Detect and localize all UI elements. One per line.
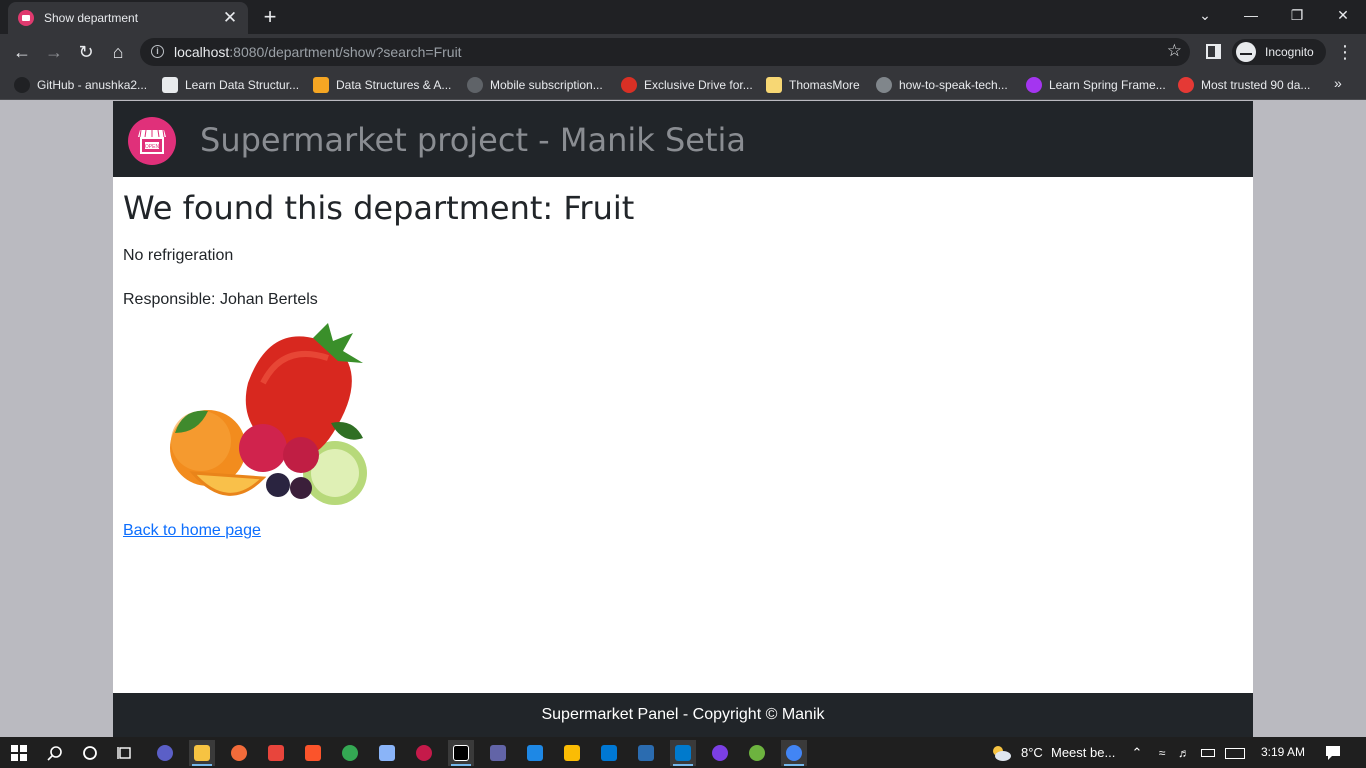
bookmark-mobile-subscription[interactable]: Mobile subscription... [467,75,603,95]
battery-icon[interactable] [1195,740,1221,766]
home-icon[interactable]: ⌂ [104,38,132,66]
tab-show-department[interactable]: Show department ✕ [8,2,248,34]
bookmark-learn-data-structures[interactable]: Learn Data Structur... [162,75,299,95]
volume-icon[interactable]: ♬ [1171,740,1197,766]
notifications-icon[interactable] [1320,740,1346,766]
back-to-home-link[interactable]: Back to home page [123,522,261,540]
page-viewport: OPEN Supermarket project - Manik Setia W… [0,101,1366,737]
bookmark-how-to-speak-tech[interactable]: how-to-speak-tech... [876,75,1008,95]
bookmark-thomasmore[interactable]: ThomasMore [766,75,860,95]
bookmark-github[interactable]: GitHub - anushka2... [14,75,147,95]
windows-start-icon[interactable] [6,740,32,766]
url-text[interactable]: localhost:8080/department/show?search=Fr… [174,44,462,60]
chrome-icon[interactable] [337,740,363,766]
github-icon [14,77,30,93]
windows-taskbar: 8°C Meest be... ⌃ ≈ ♬ 3:19 AM [0,737,1366,768]
side-panel-icon[interactable] [1206,44,1221,59]
keyboard-icon[interactable] [1222,740,1248,766]
tab-close-icon[interactable]: ✕ [222,9,238,26]
cc-icon [162,77,178,93]
cortana-icon[interactable] [77,740,103,766]
minimize-button[interactable]: — [1228,0,1274,30]
site-info-icon[interactable]: i [151,45,164,58]
browser-toolbar: ← → ↻ ⌂ i localhost:8080/department/show… [0,34,1366,70]
clock-time[interactable]: 3:19 AM [1261,745,1305,759]
bookmark-star-icon[interactable]: ☆ [1167,41,1182,61]
close-window-button[interactable]: ✕ [1320,0,1366,30]
teams-icon[interactable] [485,740,511,766]
new-tab-button[interactable]: + [258,4,282,30]
taskbar-app-13[interactable] [596,740,622,766]
bookmark-learn-spring[interactable]: Learn Spring Frame... [1026,75,1166,95]
taskbar-app-7[interactable] [374,740,400,766]
incognito-icon [1236,42,1256,62]
browser-titlebar: Show department ✕ + ⌄ — ❐ ✕ [0,0,1366,34]
fruit-image [170,323,367,505]
tray-chevron-up-icon[interactable]: ⌃ [1124,740,1150,766]
weather-temperature[interactable]: 8°C [1021,745,1043,760]
store-logo-icon[interactable]: OPEN [128,117,176,165]
site-footer: Supermarket Panel - Copyright © Manik [113,693,1253,737]
reload-icon[interactable]: ↻ [72,38,100,66]
logo-text: OPEN [145,144,160,150]
page-container: OPEN Supermarket project - Manik Setia W… [113,101,1253,737]
address-bar[interactable]: i localhost:8080/department/show?search=… [140,38,1190,66]
page-title: We found this department: Fruit [123,189,635,227]
forward-arrow-icon[interactable]: → [40,38,68,66]
taskbar-app-12[interactable] [559,740,585,766]
intellij-icon[interactable] [448,740,474,766]
weather-description[interactable]: Meest be... [1051,745,1115,760]
taskbar-app-1[interactable] [152,740,178,766]
taskbar-app-16[interactable] [707,740,733,766]
refrigeration-text: No refrigeration [123,247,234,264]
footer-copyright: Supermarket Panel - Copyright © Manik [541,706,825,723]
globe-icon [876,77,892,93]
spring-icon[interactable] [744,740,770,766]
vscode-icon[interactable] [670,740,696,766]
file-explorer-icon[interactable] [189,740,215,766]
back-arrow-icon[interactable]: ← [8,38,36,66]
browser-menu-icon[interactable]: ⋮ [1336,39,1354,65]
site-title: Supermarket project - Manik Setia [200,121,747,159]
taskbar-app-14[interactable] [633,740,659,766]
tab-search-chevron-icon[interactable]: ⌄ [1182,0,1228,30]
main-content: We found this department: Fruit No refri… [123,189,635,308]
site-header: OPEN Supermarket project - Manik Setia [113,101,1253,177]
brave-icon[interactable] [300,740,326,766]
folder-icon [766,77,782,93]
search-icon[interactable] [42,740,68,766]
incognito-label: Incognito [1265,45,1314,59]
bookmark-most-trusted[interactable]: Most trusted 90 da... [1178,75,1310,95]
globe-dark-icon [467,77,483,93]
tab-title: Show department [44,11,139,25]
bookmarks-overflow-icon[interactable]: » [1334,75,1342,91]
tuf-icon [1178,77,1194,93]
taskbar-app-4[interactable] [263,740,289,766]
bookmarks-bar: GitHub - anushka2... Learn Data Structur… [0,70,1366,100]
chrome-active-icon[interactable] [781,740,807,766]
weather-icon[interactable] [988,740,1014,766]
udemy-icon [1026,77,1042,93]
responsible-text: Responsible: Johan Bertels [123,291,318,308]
cc-orange-icon [313,77,329,93]
incognito-badge[interactable]: Incognito [1232,39,1326,65]
bookmark-exclusive-drive[interactable]: Exclusive Drive for... [621,75,753,95]
bookmark-data-structures-algorithms[interactable]: Data Structures & A... [313,75,451,95]
taskbar-app-11[interactable] [522,740,548,766]
supermarket-favicon-icon [18,10,34,26]
task-view-icon[interactable] [112,740,138,766]
taskbar-app-3[interactable] [226,740,252,766]
m-red-icon [621,77,637,93]
restore-button[interactable]: ❐ [1274,0,1320,30]
raspberry-icon[interactable] [411,740,437,766]
